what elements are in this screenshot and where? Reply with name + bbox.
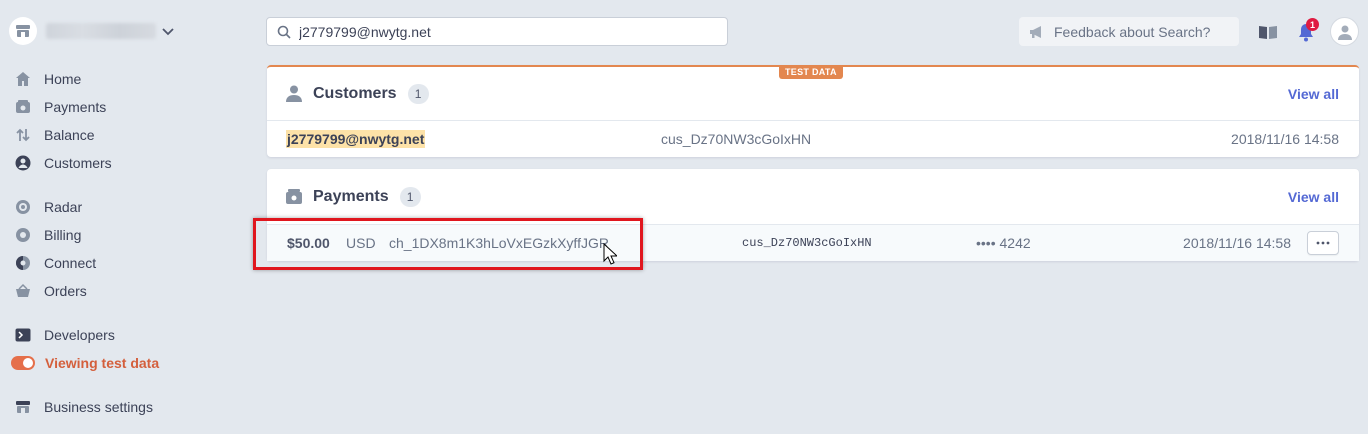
feedback-button[interactable]: Feedback about Search?	[1019, 17, 1239, 46]
sidebar-item-label: Home	[44, 71, 82, 87]
sidebar-item-label: Radar	[44, 199, 83, 215]
megaphone-icon	[1030, 25, 1041, 38]
sidebar-item-developers[interactable]: Developers	[13, 324, 115, 346]
user-icon	[1337, 25, 1352, 40]
sidebar-item-payments[interactable]: Payments	[13, 96, 106, 118]
home-icon	[13, 69, 33, 89]
sidebar-item-label: Payments	[44, 99, 107, 115]
sidebar-item-label: Orders	[44, 283, 87, 299]
account-name-blurred	[46, 23, 156, 39]
store-icon	[9, 17, 37, 45]
payment-charge-id: ch_1DX8m1K3hLoVxEGzkXyffJGR	[389, 235, 609, 251]
customers-count: 1	[407, 83, 429, 104]
payment-amount: $50.00	[287, 235, 330, 251]
payments-icon	[13, 97, 33, 117]
payments-view-all-link[interactable]: View all	[1288, 189, 1339, 205]
customer-id: cus_Dz70NW3cGoIxHN	[661, 131, 812, 147]
basket-icon	[13, 281, 33, 301]
sidebar-item-label: Customers	[44, 155, 112, 171]
test-data-toggle[interactable]: Viewing test data	[11, 352, 159, 374]
search-icon	[277, 25, 291, 39]
person-icon	[286, 85, 302, 102]
billing-icon	[13, 225, 33, 245]
store-icon	[13, 397, 33, 417]
sidebar-item-home[interactable]: Home	[13, 68, 81, 90]
sidebar-item-business-settings[interactable]: Business settings	[13, 396, 153, 418]
sidebar-item-orders[interactable]: Orders	[13, 280, 87, 302]
payment-row[interactable]: $50.00 USD ch_1DX8m1K3hLoVxEGzkXyffJGR c…	[267, 225, 1359, 261]
customer-email: j2779799@nwytg.net	[286, 130, 426, 148]
sidebar-item-customers[interactable]: Customers	[13, 152, 112, 174]
payments-results-card: Payments 1 View all $50.00 USD ch_1DX8m1…	[267, 169, 1359, 261]
notification-count-badge: 1	[1306, 18, 1319, 31]
sidebar-item-label: Billing	[44, 227, 82, 243]
balance-icon	[13, 125, 33, 145]
radar-icon	[13, 197, 33, 217]
connect-icon	[13, 253, 33, 273]
sidebar-item-billing[interactable]: Billing	[13, 224, 81, 246]
sidebar-item-label: Business settings	[44, 399, 153, 415]
terminal-icon	[13, 325, 33, 345]
sidebar-item-radar[interactable]: Radar	[13, 196, 82, 218]
customers-view-all-link[interactable]: View all	[1288, 86, 1339, 102]
docs-book-icon[interactable]	[1256, 20, 1280, 44]
sidebar-item-connect[interactable]: Connect	[13, 252, 96, 274]
customers-title: Customers	[313, 84, 397, 102]
payment-currency: USD	[346, 235, 376, 251]
customers-header: Customers 1 View all	[267, 67, 1359, 121]
sidebar-item-label: Connect	[44, 255, 97, 271]
more-actions-button[interactable]	[1307, 231, 1339, 255]
chevron-down-icon	[162, 28, 174, 36]
sidebar-item-label: Developers	[44, 327, 115, 343]
payments-count: 1	[399, 186, 421, 207]
payment-card-last4: •••• 4242	[976, 235, 1031, 251]
payment-customer-id: cus_Dz70NW3cGoIxHN	[742, 236, 872, 250]
notifications-bell-icon[interactable]: 1	[1294, 18, 1319, 44]
sidebar-item-balance[interactable]: Balance	[13, 124, 95, 146]
customers-icon	[13, 153, 33, 173]
customers-results-card: TEST DATA Customers 1 View all j2779799@…	[267, 65, 1359, 157]
sidebar-item-label: Balance	[44, 127, 95, 143]
customer-date: 2018/11/16 14:58	[1231, 131, 1339, 147]
search-input[interactable]	[299, 23, 699, 40]
payments-icon	[286, 189, 302, 204]
feedback-label: Feedback about Search?	[1054, 23, 1211, 40]
ellipsis-icon	[1316, 241, 1330, 245]
customer-row[interactable]: j2779799@nwytg.net cus_Dz70NW3cGoIxHN 20…	[267, 121, 1359, 157]
toggle-switch[interactable]	[11, 353, 35, 373]
search-box[interactable]	[266, 17, 728, 46]
toggle-label: Viewing test data	[45, 355, 160, 371]
payments-header: Payments 1 View all	[267, 169, 1359, 225]
payments-title: Payments	[313, 187, 389, 205]
payment-date: 2018/11/16 14:58	[1183, 235, 1291, 251]
user-avatar[interactable]	[1330, 17, 1359, 46]
account-switcher[interactable]	[9, 17, 176, 45]
